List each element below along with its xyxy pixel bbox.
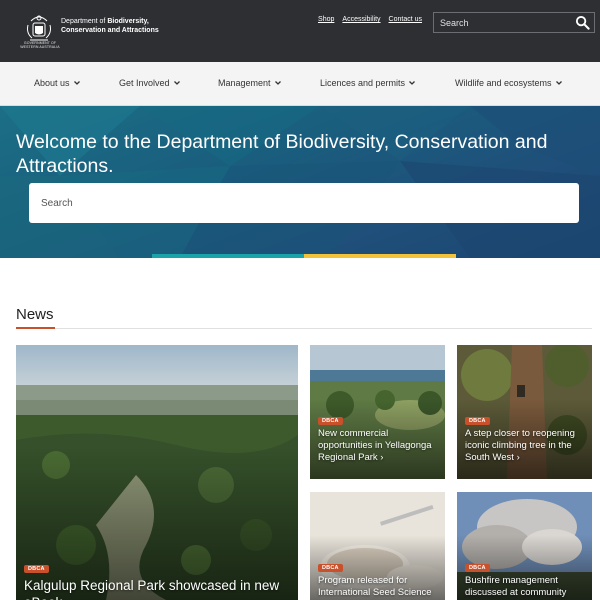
news-card[interactable]: DBCA Bushfire management discussed at co…: [457, 492, 592, 600]
nav-item-label: Wildlife and ecosystems: [455, 78, 552, 88]
news-card[interactable]: DBCA New commercial opportunities in Yel…: [310, 345, 445, 479]
dept-name-prefix: Department of: [61, 18, 108, 25]
nav-item-management[interactable]: Management: [218, 78, 282, 88]
utility-links: Shop Accessibility Contact us: [318, 16, 422, 23]
hero-search-input[interactable]: [29, 183, 579, 223]
dept-name-line2: Conservation and Attractions: [61, 27, 159, 34]
category-badge: DBCA: [318, 417, 343, 425]
nav-item-label: Licences and permits: [320, 78, 406, 88]
department-name[interactable]: Department of Biodiversity, Conservation…: [61, 17, 159, 35]
news-heading-underline: [16, 327, 55, 329]
decorative-stripe-teal: [152, 254, 304, 258]
category-badge: DBCA: [465, 417, 490, 425]
chevron-down-icon: [409, 81, 416, 85]
featured-news-title-tail: eBook: [24, 595, 62, 600]
shop-link[interactable]: Shop: [318, 16, 334, 23]
header-search: [433, 12, 595, 33]
news-card-title[interactable]: Program released for International Seed …: [318, 575, 444, 599]
news-card-title[interactable]: A step closer to reopening iconic climbi…: [465, 428, 591, 464]
site-header: GOVERNMENT OF WESTERN AUSTRALIA Departme…: [0, 0, 600, 62]
nav-item-about-us[interactable]: About us: [34, 78, 81, 88]
header-search-input[interactable]: [434, 13, 572, 32]
nav-item-licences-and-permits[interactable]: Licences and permits: [320, 78, 416, 88]
contact-us-link[interactable]: Contact us: [389, 16, 422, 23]
news-card[interactable]: DBCA Program released for International …: [310, 492, 445, 600]
category-badge: DBCA: [318, 564, 343, 572]
decorative-stripe-yellow: [304, 254, 456, 258]
news-heading: News: [16, 306, 54, 323]
nav-item-label: Management: [218, 78, 271, 88]
chevron-down-icon: [173, 81, 180, 85]
crest-caption: GOVERNMENT OF WESTERN AUSTRALIA: [20, 41, 60, 49]
news-divider: [55, 328, 592, 329]
featured-news-card[interactable]: DBCA Kalgulup Regional Park showcased in…: [16, 345, 298, 600]
chevron-down-icon: [555, 81, 562, 85]
hero-banner: Welcome to the Department of Biodiversit…: [0, 106, 600, 258]
chevron-down-icon: [73, 81, 80, 85]
category-badge: DBCA: [465, 564, 490, 572]
nav-item-wildlife-and-ecosystems[interactable]: Wildlife and ecosystems: [455, 78, 563, 88]
featured-news-title[interactable]: Kalgulup Regional Park showcased in new …: [24, 577, 294, 600]
chevron-down-icon: [274, 81, 281, 85]
nav-item-get-involved[interactable]: Get Involved: [119, 78, 181, 88]
hero-background-pattern: [0, 106, 600, 258]
news-card[interactable]: DBCA A step closer to reopening iconic c…: [457, 345, 592, 479]
nav-item-label: About us: [34, 78, 70, 88]
category-badge: DBCA: [24, 565, 49, 573]
nav-item-label: Get Involved: [119, 78, 170, 88]
main-navigation: About us Get Involved Management Licence…: [0, 62, 600, 106]
search-icon[interactable]: [575, 15, 590, 30]
accessibility-link[interactable]: Accessibility: [342, 16, 380, 23]
news-card-title[interactable]: New commercial opportunities in Yellagon…: [318, 428, 444, 464]
news-card-title[interactable]: Bushfire management discussed at communi…: [465, 575, 591, 599]
featured-news-title-text: Kalgulup Regional Park showcased in new: [24, 578, 280, 593]
hero-title: Welcome to the Department of Biodiversit…: [16, 131, 548, 177]
dept-name-bold: Biodiversity,: [107, 18, 149, 25]
